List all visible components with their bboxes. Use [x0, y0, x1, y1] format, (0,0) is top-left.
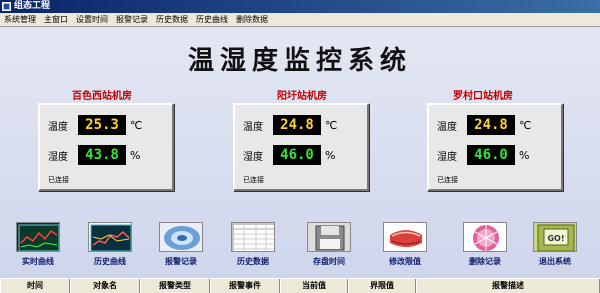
hum-unit: %: [325, 148, 336, 162]
modify-limit-label: 修改限值: [389, 257, 421, 266]
realtime-curve-icon: [16, 222, 60, 252]
window-titlebar: 组态工程: [0, 0, 600, 13]
exit-icon: GO!: [533, 222, 577, 252]
history-curve-button[interactable]: 历史曲线: [78, 222, 142, 267]
modify-limit-button[interactable]: 修改限值: [373, 222, 437, 267]
save-time-label: 存盘时间: [313, 257, 345, 266]
station-panel-luocunkou: 温度 24.8 ℃ 湿度 46.0 % 已连接: [427, 103, 563, 191]
station-panel-yangxu: 温度 24.8 ℃ 湿度 46.0 % 已连接: [233, 103, 369, 191]
history-data-icon: [231, 222, 275, 252]
col-current-value[interactable]: 当前值: [280, 279, 348, 293]
col-time[interactable]: 时间: [0, 279, 70, 293]
save-time-icon: [307, 222, 351, 252]
alarm-record-button[interactable]: 报警记录: [149, 222, 213, 267]
temp-value: 24.8: [273, 115, 321, 135]
app-icon: [2, 2, 11, 11]
history-curve-label: 历史曲线: [94, 257, 126, 266]
connection-status: 已连接: [48, 176, 69, 184]
modify-limit-icon: [383, 222, 427, 252]
hum-label: 湿度: [437, 151, 457, 163]
save-time-button[interactable]: 存盘时间: [297, 222, 361, 267]
temp-label: 温度: [48, 121, 68, 133]
delete-record-label: 删除记录: [469, 257, 501, 266]
hum-label: 湿度: [243, 151, 263, 163]
realtime-curve-label: 实时曲线: [22, 257, 54, 266]
menu-bar: 系统管理 主窗口 设置时间 报警记录 历史数据 历史曲线 删除数据: [0, 13, 600, 27]
delete-record-icon: [463, 222, 507, 252]
exit-system-label: 退出系统: [539, 257, 571, 266]
alarm-record-label: 报警记录: [165, 257, 197, 266]
hum-value: 46.0: [273, 145, 321, 165]
menu-main-window[interactable]: 主窗口: [40, 14, 72, 25]
alarm-table-header: 时间 对象名 报警类型 报警事件 当前值 界限值 报警描述: [0, 278, 600, 293]
station-panel-baise: 温度 25.3 ℃ 湿度 43.8 % 已连接: [38, 103, 174, 191]
menu-history-curve[interactable]: 历史曲线: [192, 14, 232, 25]
window-title: 组态工程: [14, 1, 51, 11]
menu-system-manage[interactable]: 系统管理: [0, 14, 40, 25]
hum-label: 湿度: [48, 151, 68, 163]
history-curve-icon: [88, 222, 132, 252]
temp-unit: ℃: [519, 118, 532, 132]
history-data-label: 历史数据: [237, 257, 269, 266]
col-alarm-description[interactable]: 报警描述: [416, 279, 600, 293]
connection-status: 已连接: [243, 176, 264, 184]
hum-unit: %: [519, 148, 530, 162]
station-name-yangxu: 阳圩站机房: [277, 91, 327, 102]
temp-unit: ℃: [130, 118, 143, 132]
page-title: 温湿度监控系统: [187, 46, 412, 76]
hum-unit: %: [130, 148, 141, 162]
history-data-button[interactable]: 历史数据: [221, 222, 285, 267]
station-name-luocunkou: 罗村口站机房: [453, 91, 513, 102]
temp-unit: ℃: [325, 118, 338, 132]
connection-status: 已连接: [437, 176, 458, 184]
temp-label: 温度: [243, 121, 263, 133]
col-alarm-event[interactable]: 报警事件: [210, 279, 280, 293]
exit-system-button[interactable]: GO! 退出系统: [523, 222, 587, 267]
temp-value: 25.3: [78, 115, 126, 135]
alarm-record-icon: [159, 222, 203, 252]
col-alarm-type[interactable]: 报警类型: [140, 279, 210, 293]
realtime-curve-button[interactable]: 实时曲线: [6, 222, 70, 267]
temp-label: 温度: [437, 121, 457, 133]
menu-set-time[interactable]: 设置时间: [72, 14, 112, 25]
hum-value: 43.8: [78, 145, 126, 165]
menu-alarm-record[interactable]: 报警记录: [112, 14, 152, 25]
station-name-baise: 百色西站机房: [72, 91, 132, 102]
temp-value: 24.8: [467, 115, 515, 135]
exit-sign-text: GO!: [547, 234, 564, 243]
hum-value: 46.0: [467, 145, 515, 165]
menu-history-data[interactable]: 历史数据: [152, 14, 192, 25]
delete-record-button[interactable]: 删除记录: [453, 222, 517, 267]
menu-delete-data[interactable]: 删除数据: [232, 14, 272, 25]
col-limit-value[interactable]: 界限值: [348, 279, 416, 293]
col-object-name[interactable]: 对象名: [70, 279, 140, 293]
